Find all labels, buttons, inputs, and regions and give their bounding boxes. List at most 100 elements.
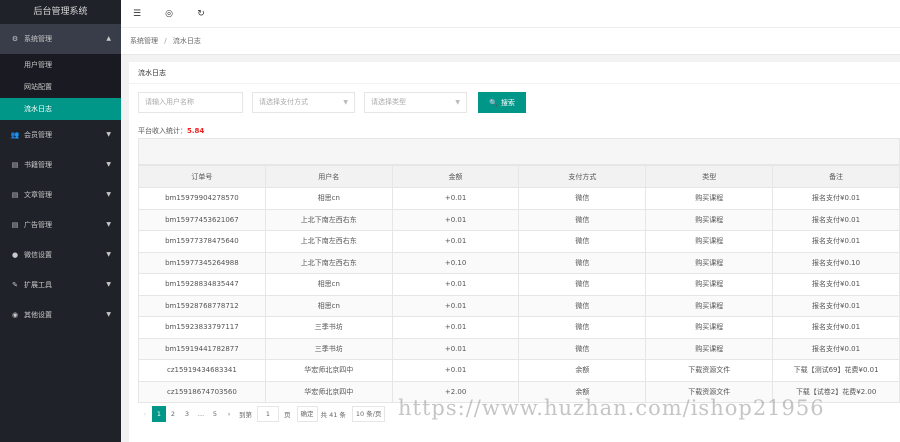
sidebar-group-label: 会员管理	[24, 131, 52, 139]
cell-pay-method: 微信	[518, 316, 647, 339]
cell-order-no: bm15977345264988	[138, 251, 266, 274]
sidebar-item-flow-log[interactable]: 流水日志	[0, 98, 121, 120]
breadcrumb-current: 流水日志	[172, 37, 201, 45]
sidebar-group-books[interactable]: ▤ 书籍管理 ▼	[0, 150, 121, 180]
page-button-1[interactable]: 1	[152, 406, 166, 422]
income-stat: 平台收入统计：5.84	[138, 126, 204, 136]
sidebar-group-label: 广告管理	[24, 221, 52, 229]
cell-type: 购买课程	[645, 230, 774, 253]
page-ellipsis: …	[197, 410, 205, 418]
cell-pay-method: 微信	[518, 273, 647, 296]
cell-remark: 下载【测试69】花费¥0.01	[772, 359, 900, 382]
sidebar-item-site-config[interactable]: 网站配置	[0, 76, 121, 98]
page-button-5[interactable]: 5	[208, 406, 222, 422]
sidebar-group-label: 其他设置	[24, 311, 52, 319]
chevron-down-icon: ▼	[343, 99, 348, 106]
pagination: ‹ 1 2 3 … 5 › 到第 1 页 确定 共 41 条 10 条/页	[138, 405, 386, 423]
sidebar-group-articles[interactable]: ▤ 文章管理 ▼	[0, 180, 121, 210]
sidebar-group-system[interactable]: ⚙ 系统管理 ▲	[0, 24, 121, 54]
cell-order-no: cz15918674703560	[138, 380, 266, 403]
sidebar-group-members[interactable]: 👥 会员管理 ▼	[0, 120, 121, 150]
cell-order-no: bm15923833797117	[138, 316, 266, 339]
chevron-down-icon: ▼	[106, 191, 111, 198]
cell-username: 相思cn	[264, 273, 393, 296]
cell-username: 三季书坊	[264, 316, 393, 339]
breadcrumb-parent[interactable]: 系统管理	[130, 37, 158, 45]
page-button-3[interactable]: 3	[180, 406, 194, 422]
tools-icon: ✎	[12, 281, 18, 289]
chevron-down-icon: ▼	[106, 281, 111, 288]
cell-type: 购买课程	[645, 273, 774, 296]
globe-icon[interactable]: ◎	[153, 9, 185, 19]
page-title: 流水日志	[129, 62, 900, 84]
cell-remark: 报名支付¥0.01	[772, 208, 900, 231]
table-row: bm15979904278570 相思cn +0.01 微信 购买课程 报名支付¥0.01	[138, 187, 900, 210]
cell-type: 购买课程	[645, 208, 774, 231]
menu-toggle-icon[interactable]: ☰	[121, 9, 153, 19]
goto-page-input[interactable]: 1	[257, 406, 279, 422]
goto-label: 到第	[239, 411, 252, 419]
wechat-icon: ●	[11, 251, 19, 259]
users-icon: 👥	[10, 131, 20, 139]
cell-remark: 报名支付¥0.10	[772, 251, 900, 274]
search-button[interactable]: 🔍 搜索	[478, 92, 526, 113]
cell-order-no: bm15977453621067	[138, 208, 266, 231]
sidebar-group-tools[interactable]: ✎ 扩展工具 ▼	[0, 270, 121, 300]
cell-username: 上北下南左西右东	[264, 208, 393, 231]
cell-username: 华宏师北京四中	[264, 380, 393, 403]
table-row: bm15977453621067 上北下南左西右东 +0.01 微信 购买课程 报名支付¥…	[138, 208, 900, 231]
cell-amount: +0.01	[391, 359, 520, 382]
main-card: 流水日志 请输入用户名称 请选择支付方式 ▼ 请选择类型 ▼ 🔍 搜索 平台收入…	[129, 62, 900, 442]
chevron-down-icon: ▼	[106, 131, 111, 138]
cell-pay-method: 微信	[518, 208, 647, 231]
column-header-type: 类型	[645, 165, 774, 188]
sidebar-group-label: 系统管理	[24, 35, 52, 43]
cell-amount: +0.01	[391, 294, 520, 317]
cell-pay-method: 微信	[518, 337, 647, 360]
chevron-down-icon: ▼	[106, 251, 111, 258]
search-button-label: 搜索	[500, 98, 515, 107]
cell-amount: +0.01	[391, 208, 520, 231]
page-button-2[interactable]: 2	[166, 406, 180, 422]
type-select-value: 请选择类型	[371, 98, 406, 106]
sidebar-item-users[interactable]: 用户管理	[0, 54, 121, 76]
sidebar-group-other[interactable]: ◉ 其他设置 ▼	[0, 300, 121, 330]
column-header-pay-method: 支付方式	[518, 165, 647, 188]
prev-page-button[interactable]: ‹	[138, 406, 152, 422]
cell-username: 相思cn	[264, 294, 393, 317]
data-table: 订单号 用户名 金额 支付方式 类型 备注 bm15979904278570 相思cn +0.…	[138, 138, 900, 403]
cell-order-no: bm15919441782877	[138, 337, 266, 360]
chevron-up-icon: ▲	[106, 35, 111, 42]
cell-amount: +0.01	[391, 337, 520, 360]
sidebar-group-ads[interactable]: ▤ 广告管理 ▼	[0, 210, 121, 240]
submenu-system: 用户管理 网站配置 流水日志	[0, 54, 121, 120]
settings-icon: ◉	[11, 311, 19, 319]
sidebar-group-label: 书籍管理	[24, 161, 52, 169]
cell-order-no: bm15928834835447	[138, 273, 266, 296]
table-row: bm15977378475640 上北下南左西右东 +0.01 微信 购买课程 报名支付¥…	[138, 230, 900, 253]
username-search-input[interactable]: 请输入用户名称	[138, 92, 243, 113]
gear-icon: ⚙	[11, 35, 19, 43]
cell-pay-method: 余额	[518, 359, 647, 382]
cell-amount: +0.01	[391, 316, 520, 339]
sidebar-group-label: 微信设置	[24, 251, 52, 259]
pay-method-select[interactable]: 请选择支付方式 ▼	[252, 92, 355, 113]
breadcrumb: 系统管理 / 流水日志	[121, 28, 900, 55]
goto-confirm-button[interactable]: 确定	[296, 406, 318, 422]
table-header-row: 订单号 用户名 金额 支付方式 类型 备注	[138, 165, 900, 188]
cell-amount: +0.01	[391, 273, 520, 296]
sidebar-group-wechat[interactable]: ● 微信设置 ▼	[0, 240, 121, 270]
type-select[interactable]: 请选择类型 ▼	[364, 92, 467, 113]
table-row: cz15919434683341 华宏师北京四中 +0.01 余额 下载资源文件 下载【测…	[138, 359, 900, 382]
column-header-amount: 金额	[391, 165, 520, 188]
cell-amount: +0.10	[391, 251, 520, 274]
page-size-select[interactable]: 10 条/页	[351, 406, 386, 422]
breadcrumb-separator: /	[164, 37, 167, 45]
refresh-icon[interactable]: ↻	[185, 9, 217, 19]
next-page-button[interactable]: ›	[222, 406, 236, 422]
search-icon: 🔍	[489, 98, 498, 107]
total-count: 共 41 条	[320, 411, 346, 419]
cell-pay-method: 微信	[518, 230, 647, 253]
table-row: bm15928834835447 相思cn +0.01 微信 购买课程 报名支付¥0.01	[138, 273, 900, 296]
cell-remark: 报名支付¥0.01	[772, 187, 900, 210]
